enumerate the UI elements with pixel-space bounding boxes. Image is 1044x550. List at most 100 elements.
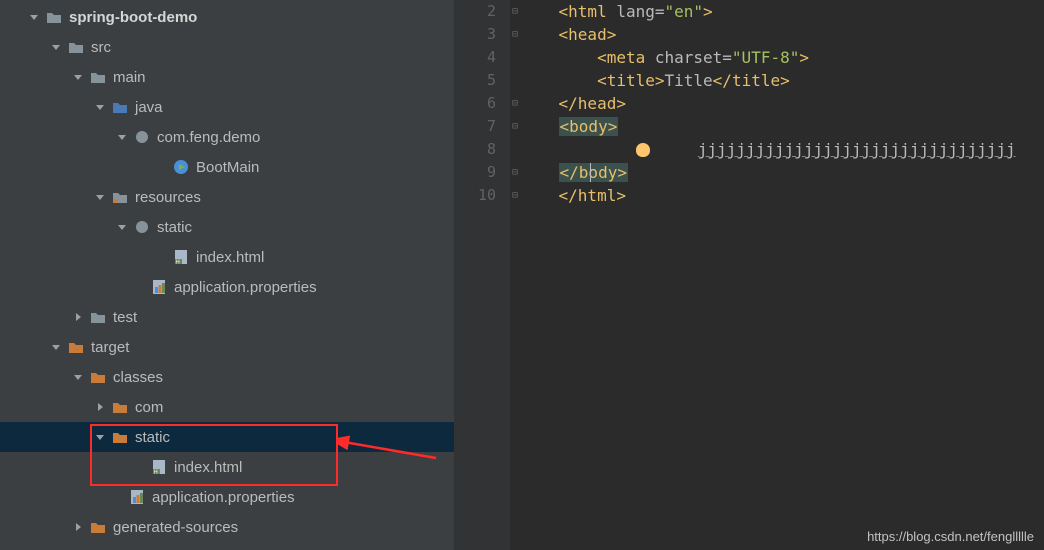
line-number: 5 [454, 69, 496, 92]
chevron-down-icon[interactable] [50, 341, 62, 353]
chevron-down-icon[interactable] [94, 191, 106, 203]
chevron-right-icon[interactable] [94, 401, 106, 413]
line-number: 8 [454, 138, 496, 161]
chevron-down-icon[interactable] [94, 431, 106, 443]
tree-item-label: java [135, 99, 163, 116]
folder-dark-icon [89, 308, 107, 326]
chevron-down-icon[interactable] [94, 101, 106, 113]
tree-item-label: spring-boot-demo [69, 9, 197, 26]
chevron-down-icon[interactable] [50, 41, 62, 53]
chevron-right-icon[interactable] [72, 311, 84, 323]
code-line[interactable]: ⊟ <head> [520, 23, 1044, 46]
tree-item-label: index.html [174, 459, 242, 476]
tree-item-label: generated-sources [113, 519, 238, 536]
html-file-icon: H [172, 248, 190, 266]
line-number: 9 [454, 161, 496, 184]
code-line[interactable]: <title>Title</title> [520, 69, 1044, 92]
tree-item-label: static [135, 429, 170, 446]
tree-item-label: main [113, 69, 146, 86]
line-number: 7 [454, 115, 496, 138]
folder-orange-icon [111, 428, 129, 446]
tree-item[interactable]: Hindex.html [0, 452, 454, 482]
tree-item-label: static [157, 219, 192, 236]
tree-item-label: test [113, 309, 137, 326]
tree-item-label: src [91, 39, 111, 56]
fold-icon[interactable]: ⊟ [512, 184, 518, 207]
tree-item[interactable]: com [0, 392, 454, 422]
code-line[interactable]: ⊟ </head> [520, 92, 1044, 115]
spacer [111, 491, 123, 503]
tree-item-label: application.properties [174, 279, 317, 296]
spacer [133, 461, 145, 473]
code-line[interactable]: jjjjjjjjjjjjjjjjjjjjjjjjjjjjjjjjj [520, 138, 1044, 161]
folder-res-icon [111, 188, 129, 206]
line-number: 2 [454, 0, 496, 23]
fold-icon[interactable]: ⊟ [512, 0, 518, 23]
project-tree[interactable]: spring-boot-demo srcmain java com.feng.demo… [0, 0, 454, 550]
line-number: 4 [454, 46, 496, 69]
tree-item-label: resources [135, 189, 201, 206]
props-file-icon [150, 278, 168, 296]
tree-item[interactable]: application.properties [0, 272, 454, 302]
html-file-icon: H [150, 458, 168, 476]
line-gutter: 2345678910 [454, 0, 510, 550]
tree-item[interactable]: static [0, 422, 454, 452]
code-area[interactable]: ⊟ <html lang="en"> ⊟ <head> <meta charse… [510, 0, 1044, 550]
chevron-down-icon[interactable] [116, 131, 128, 143]
code-line[interactable]: ⊟ </html> [520, 184, 1044, 207]
tree-item[interactable]: main [0, 62, 454, 92]
folder-orange-icon [89, 368, 107, 386]
spacer [133, 281, 145, 293]
lightbulb-icon[interactable] [636, 143, 650, 157]
line-number: 10 [454, 184, 496, 207]
tree-item-label: com.feng.demo [157, 129, 260, 146]
tree-item[interactable]: BootMain [0, 152, 454, 182]
spacer [155, 251, 167, 263]
chevron-down-icon[interactable] [72, 71, 84, 83]
tree-item-label: com [135, 399, 163, 416]
tree-item-label: classes [113, 369, 163, 386]
code-line[interactable]: ⊟ </body> [520, 161, 1044, 184]
fold-icon[interactable]: ⊟ [512, 161, 518, 184]
tree-item-label: BootMain [196, 159, 259, 176]
fold-icon[interactable]: ⊟ [512, 23, 518, 46]
fold-icon[interactable]: ⊟ [512, 115, 518, 138]
tree-item[interactable]: spring-boot-demo [0, 2, 454, 32]
folder-dark-icon [45, 8, 63, 26]
tree-item[interactable]: resources [0, 182, 454, 212]
tree-item[interactable]: static [0, 212, 454, 242]
spacer [155, 161, 167, 173]
fold-icon[interactable]: ⊟ [512, 92, 518, 115]
chevron-down-icon[interactable] [116, 221, 128, 233]
tree-item[interactable]: test [0, 302, 454, 332]
watermark: https://blog.csdn.net/fengllllle [867, 529, 1034, 544]
folder-dark-icon [89, 68, 107, 86]
code-line[interactable]: <meta charset="UTF-8"> [520, 46, 1044, 69]
folder-orange-icon [89, 518, 107, 536]
tree-item[interactable]: java [0, 92, 454, 122]
svg-text:H: H [176, 260, 180, 266]
chevron-right-icon[interactable] [72, 521, 84, 533]
package-icon [133, 218, 151, 236]
tree-item[interactable]: generated-sources [0, 512, 454, 542]
code-line[interactable]: ⊟ <html lang="en"> [520, 0, 1044, 23]
tree-item-label: index.html [196, 249, 264, 266]
tree-item[interactable]: Hindex.html [0, 242, 454, 272]
code-editor[interactable]: 2345678910 ⊟ <html lang="en"> ⊟ <head> <… [454, 0, 1044, 550]
tree-item[interactable]: target [0, 332, 454, 362]
tree-item[interactable]: classes [0, 362, 454, 392]
tree-item[interactable]: application.properties [0, 482, 454, 512]
tree-item-label: target [91, 339, 129, 356]
class-run-icon [172, 158, 190, 176]
chevron-down-icon[interactable] [28, 11, 40, 23]
line-number: 6 [454, 92, 496, 115]
svg-text:H: H [154, 470, 158, 476]
folder-src-icon [111, 98, 129, 116]
tree-item[interactable]: com.feng.demo [0, 122, 454, 152]
chevron-down-icon[interactable] [72, 371, 84, 383]
package-icon [133, 128, 151, 146]
props-file-icon [128, 488, 146, 506]
code-line[interactable]: ⊟ <body> [520, 115, 1044, 138]
tree-item[interactable]: src [0, 32, 454, 62]
line-number: 3 [454, 23, 496, 46]
